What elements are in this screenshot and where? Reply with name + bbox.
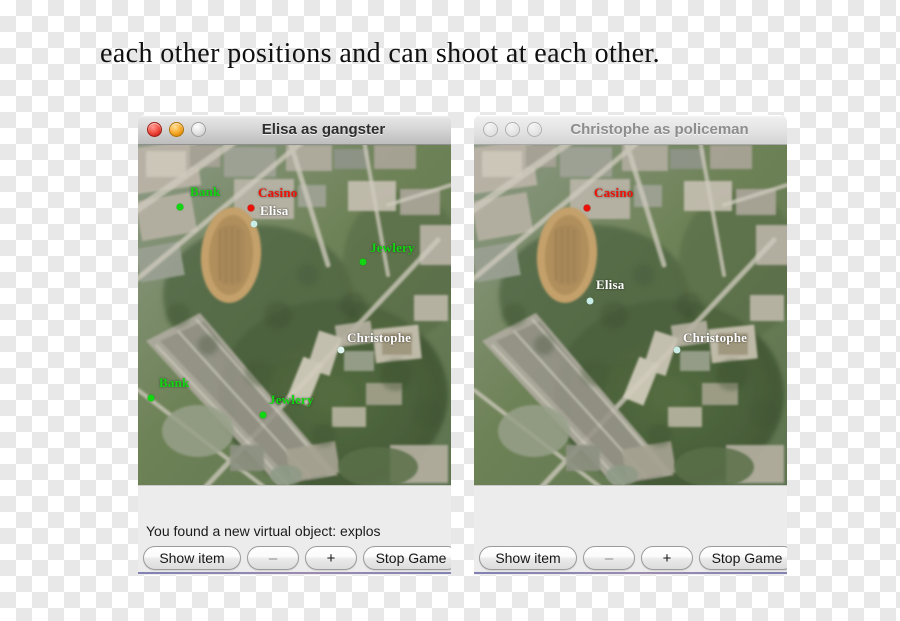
stop-game-button[interactable]: Stop Game xyxy=(363,546,451,570)
game-window-policeman[interactable]: Christophe as policeman Casino Elisa Chr… xyxy=(474,115,787,575)
map-marker-dot[interactable] xyxy=(259,411,267,419)
map-marker-label: Christophe xyxy=(683,330,748,345)
titlebar[interactable]: Christophe as policeman xyxy=(474,115,787,145)
map-marker-label: Casino xyxy=(594,185,634,200)
window-title: Christophe as policeman xyxy=(570,121,749,138)
map-marker-dot[interactable] xyxy=(147,394,155,402)
map-marker-label: Casino xyxy=(258,185,298,200)
map-marker-dot[interactable] xyxy=(247,204,255,212)
map-marker-dot[interactable] xyxy=(176,203,184,211)
map-marker-dot[interactable] xyxy=(583,204,591,212)
map-marker-dot[interactable] xyxy=(359,258,367,266)
control-panel: Show item – + Stop Game xyxy=(474,485,787,574)
map-marker-label: Elisa xyxy=(260,203,289,218)
window-title: Elisa as gangster xyxy=(261,121,386,138)
game-window-gangster[interactable]: Elisa as gangster Bank Casino Elisa Jewl… xyxy=(138,115,451,575)
map-marker-label: Jewlery xyxy=(370,240,415,255)
map-marker-dot[interactable] xyxy=(673,346,681,354)
show-item-button[interactable]: Show item xyxy=(479,546,577,570)
stop-game-button[interactable]: Stop Game xyxy=(699,546,787,570)
zoom-in-button[interactable]: + xyxy=(641,546,693,570)
zoom-out-button[interactable]: – xyxy=(247,546,299,570)
status-message: You found a new virtual object: explos xyxy=(146,523,381,539)
button-row: Show item – + Stop Game xyxy=(143,546,451,570)
map-view-gangster[interactable]: Bank Casino Elisa Jewlery Christophe Ban… xyxy=(138,145,451,485)
control-panel: You found a new virtual object: explos S… xyxy=(138,485,451,574)
map-marker-label: Elisa xyxy=(596,277,625,292)
zoom-in-button[interactable]: + xyxy=(305,546,357,570)
map-marker-label: Bank xyxy=(190,184,221,199)
show-item-button[interactable]: Show item xyxy=(143,546,241,570)
map-marker-dot[interactable] xyxy=(250,220,258,228)
map-marker-dot[interactable] xyxy=(586,297,594,305)
map-marker-label: Bank xyxy=(159,375,190,390)
map-marker-dot[interactable] xyxy=(337,346,345,354)
map-marker-label: Jewlery xyxy=(269,392,314,407)
titlebar[interactable]: Elisa as gangster xyxy=(138,115,451,145)
window-bottom-edge xyxy=(474,572,787,574)
button-row: Show item – + Stop Game xyxy=(479,546,787,570)
map-marker-label: Christophe xyxy=(347,330,412,345)
figure-caption: each other positions and can shoot at ea… xyxy=(100,38,660,69)
map-view-policeman[interactable]: Casino Elisa Christophe xyxy=(474,145,787,485)
window-bottom-edge xyxy=(138,572,451,574)
zoom-out-button[interactable]: – xyxy=(583,546,635,570)
